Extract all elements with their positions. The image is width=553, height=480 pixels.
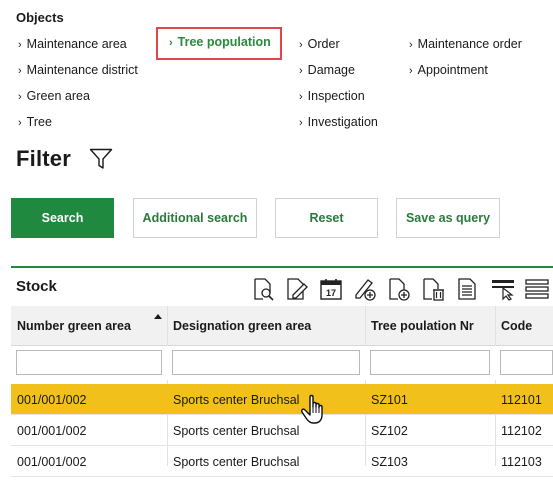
object-link-appointment[interactable]: › Appointment xyxy=(409,63,488,77)
table-header: Number green area Designation green area… xyxy=(11,306,553,346)
delete-document-icon[interactable] xyxy=(421,277,445,301)
additional-search-button[interactable]: Additional search xyxy=(133,198,257,238)
cell-tree-population-nr: SZ102 xyxy=(371,423,408,438)
search-button[interactable]: Search xyxy=(11,198,114,238)
reset-button[interactable]: Reset xyxy=(275,198,378,238)
chevron-right-icon: › xyxy=(299,91,303,103)
filter-input-tree-population-nr[interactable] xyxy=(370,350,490,375)
chevron-right-icon: › xyxy=(299,117,303,129)
calendar-icon[interactable]: 17 xyxy=(319,277,343,301)
cell-designation-green-area: Sports center Bruchsal xyxy=(173,423,300,438)
cell-number-green-area: 001/001/002 xyxy=(17,423,87,438)
stock-heading: Stock xyxy=(16,278,57,295)
chevron-right-icon: › xyxy=(169,37,173,49)
new-document-icon[interactable] xyxy=(387,277,411,301)
chevron-right-icon: › xyxy=(18,91,22,103)
sort-ascending-icon xyxy=(154,314,162,319)
chevron-right-icon: › xyxy=(299,39,303,51)
menu-icon[interactable] xyxy=(525,277,549,301)
cell-number-green-area: 001/001/002 xyxy=(17,454,87,469)
object-link-damage[interactable]: › Damage xyxy=(299,63,355,77)
column-filter-row xyxy=(11,346,553,380)
cell-tree-population-nr: SZ103 xyxy=(371,454,408,469)
filter-input-designation-green-area[interactable] xyxy=(172,350,360,375)
filter-input-number-green-area[interactable] xyxy=(16,350,162,375)
object-link-investigation[interactable]: › Investigation xyxy=(299,115,378,129)
object-link-maintenance-area[interactable]: › Maintenance area xyxy=(18,37,127,51)
cell-code: 112103 xyxy=(501,454,542,469)
object-link-maintenance-district[interactable]: › Maintenance district xyxy=(18,63,138,77)
chevron-right-icon: › xyxy=(299,65,303,77)
chevron-right-icon: › xyxy=(409,65,413,77)
cell-code: 112101 xyxy=(501,392,542,407)
report-icon[interactable] xyxy=(455,277,479,301)
column-header-code[interactable]: Code xyxy=(495,306,553,346)
filter-heading: Filter xyxy=(16,146,71,171)
view-document-icon[interactable] xyxy=(251,277,275,301)
cell-designation-green-area: Sports center Bruchsal xyxy=(173,454,300,469)
table-row[interactable]: 001/001/002 Sports center Bruchsal SZ103… xyxy=(11,446,553,477)
filter-input-code[interactable] xyxy=(500,350,553,375)
column-settings-icon[interactable] xyxy=(491,277,515,301)
column-header-number-green-area[interactable]: Number green area xyxy=(11,306,167,346)
cell-designation-green-area: Sports center Bruchsal xyxy=(173,392,300,407)
table-row[interactable]: 001/001/002 Sports center Bruchsal SZ101… xyxy=(11,384,553,415)
chevron-right-icon: › xyxy=(18,65,22,77)
cell-code: 112102 xyxy=(501,423,542,438)
table-row[interactable]: 001/001/002 Sports center Bruchsal SZ102… xyxy=(11,415,553,446)
svg-text:17: 17 xyxy=(326,288,336,298)
chevron-right-icon: › xyxy=(409,39,413,51)
hand-cursor-icon xyxy=(301,394,323,424)
chevron-right-icon: › xyxy=(18,39,22,51)
cell-number-green-area: 001/001/002 xyxy=(17,392,87,407)
edit-add-icon[interactable] xyxy=(353,277,377,301)
object-link-green-area[interactable]: › Green area xyxy=(18,89,90,103)
stock-divider xyxy=(11,266,553,268)
object-link-inspection[interactable]: › Inspection xyxy=(299,89,365,103)
column-header-tree-population-nr[interactable]: Tree poulation Nr xyxy=(365,306,495,346)
column-header-designation-green-area[interactable]: Designation green area xyxy=(167,306,365,346)
object-link-maintenance-order[interactable]: › Maintenance order xyxy=(409,37,522,51)
object-link-order[interactable]: › Order xyxy=(299,37,340,51)
objects-heading: Objects xyxy=(16,10,64,25)
cell-tree-population-nr: SZ101 xyxy=(371,392,408,407)
funnel-icon[interactable] xyxy=(89,148,113,170)
object-link-tree[interactable]: › Tree xyxy=(18,115,52,129)
chevron-right-icon: › xyxy=(18,117,22,129)
object-link-tree-population[interactable]: › Tree population xyxy=(156,27,282,60)
edit-document-icon[interactable] xyxy=(285,277,309,301)
save-as-query-button[interactable]: Save as query xyxy=(396,198,500,238)
